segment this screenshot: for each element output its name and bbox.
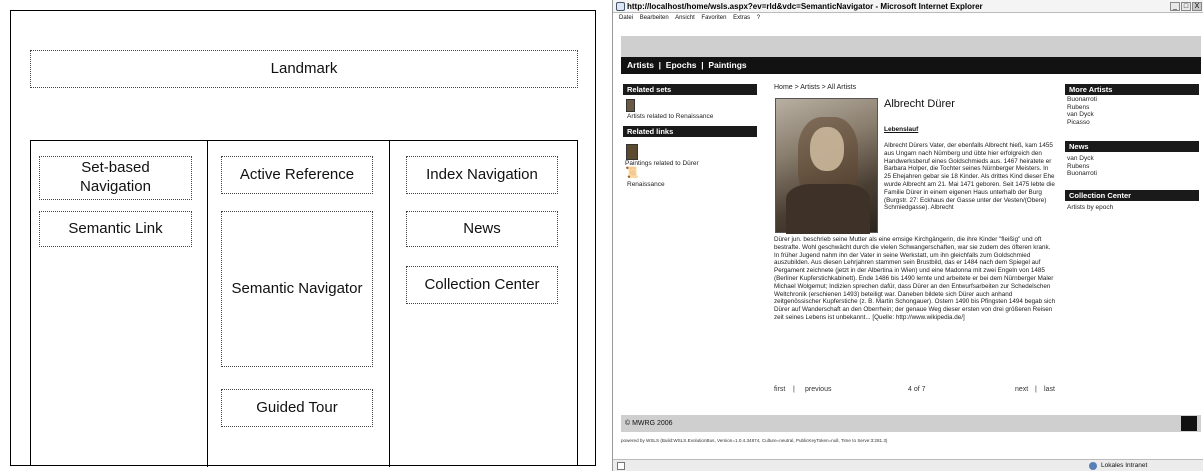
menu-help[interactable]: ? xyxy=(757,15,760,21)
related-sets-heading: Related sets xyxy=(623,84,757,95)
pager-sep: | xyxy=(793,386,795,393)
window-title: http://localhost/home/wsls.aspx?ev=rld&v… xyxy=(627,2,983,11)
close-button[interactable]: X xyxy=(1192,2,1202,11)
collection-center-box: Collection Center xyxy=(406,266,558,304)
collection-center-link[interactable]: Artists by epoch xyxy=(1067,204,1113,212)
landmark-box: Landmark xyxy=(30,50,578,88)
page-icon xyxy=(617,462,625,470)
active-reference-label: Active Reference xyxy=(239,165,355,183)
guided-tour-label: Guided Tour xyxy=(256,398,338,416)
semantic-link-box: Semantic Link xyxy=(39,211,192,247)
zone-label: Lokales Intranet xyxy=(1101,462,1148,469)
index-navigation-box: Index Navigation xyxy=(406,156,558,194)
window-titlebar: http://localhost/home/wsls.aspx?ev=rld&v… xyxy=(613,0,1203,13)
column-divider-1 xyxy=(207,141,208,467)
set-based-navigation-label: Set-based Navigation xyxy=(80,159,151,195)
nav-artists[interactable]: Artists xyxy=(627,60,654,70)
pager-last[interactable]: last xyxy=(1044,386,1055,393)
news-list: van Dyck Rubens Buonarroti xyxy=(1067,155,1097,178)
artist-title: Albrecht Dürer xyxy=(884,98,955,110)
page-footer: © MWRG 2006 xyxy=(621,415,1201,432)
nav-paintings[interactable]: Paintings xyxy=(708,60,746,70)
news-heading: News xyxy=(1065,141,1199,152)
collection-center-heading: Collection Center xyxy=(1065,190,1199,201)
biography-text-top: Albrecht Dürers Vater, der ebenfalls Alb… xyxy=(884,142,1055,212)
semantic-link-label: Semantic Link xyxy=(68,219,163,237)
powered-by-text: powered by WSLS (Build:WSLS.EvolutionBus… xyxy=(621,438,888,443)
menu-favoriten[interactable]: Favoriten xyxy=(701,15,726,21)
status-bar: Lokales Intranet xyxy=(613,459,1203,471)
news-link[interactable]: Buonarroti xyxy=(1067,170,1097,178)
menu-ansicht[interactable]: Ansicht xyxy=(675,15,695,21)
set-based-navigation-box: Set-based Navigation xyxy=(39,156,192,200)
related-link-renaissance[interactable]: Renaissance xyxy=(627,181,665,189)
active-reference-box: Active Reference xyxy=(221,156,373,194)
menu-bar: Datei Bearbeiten Ansicht Favoriten Extra… xyxy=(613,13,1203,24)
maximize-button[interactable]: □ xyxy=(1181,2,1191,11)
semantic-navigator-label: Semantic Navigator xyxy=(231,279,363,297)
more-artists-list: Buonarroti Rubens van Dyck Picasso xyxy=(1067,96,1097,126)
intranet-icon xyxy=(1089,462,1097,470)
related-links-heading: Related links xyxy=(623,126,757,137)
pager-sep: | xyxy=(1035,386,1037,393)
news-link[interactable]: Rubens xyxy=(1067,163,1097,171)
artist-portrait xyxy=(775,98,878,234)
menu-bearbeiten[interactable]: Bearbeiten xyxy=(640,15,669,21)
landmark-label: Landmark xyxy=(270,59,338,77)
more-artist-link[interactable]: Rubens xyxy=(1067,104,1097,112)
collection-center-label: Collection Center xyxy=(424,275,540,293)
related-set-link[interactable]: Artists related to Renaissance xyxy=(627,113,713,121)
more-artist-link[interactable]: van Dyck xyxy=(1067,111,1097,119)
ie-icon xyxy=(616,2,625,11)
minimize-button[interactable]: _ xyxy=(1170,2,1180,11)
pager-first[interactable]: first xyxy=(774,386,785,393)
section-heading: Lebenslauf xyxy=(884,126,919,133)
page-header-strip xyxy=(621,36,1201,57)
more-artist-link[interactable]: Picasso xyxy=(1067,119,1097,127)
index-navigation-label: Index Navigation xyxy=(426,165,538,183)
column-divider-2 xyxy=(389,141,390,467)
news-link[interactable]: van Dyck xyxy=(1067,155,1097,163)
guided-tour-box: Guided Tour xyxy=(221,389,373,427)
pager-position: 4 of 7 xyxy=(908,386,926,393)
semantic-navigator-box: Semantic Navigator xyxy=(221,211,373,367)
menu-extras[interactable]: Extras xyxy=(733,15,750,21)
pager-previous[interactable]: previous xyxy=(805,386,831,393)
menu-datei[interactable]: Datei xyxy=(619,15,633,21)
pager: first | previous 4 of 7 next | last xyxy=(774,386,1056,396)
browser-screenshot: http://localhost/home/wsls.aspx?ev=rld&v… xyxy=(612,0,1203,471)
biography-text: Dürer jun. beschrieb seine Mutter als ei… xyxy=(774,236,1056,321)
news-label: News xyxy=(463,219,501,237)
top-navigation: Artists | Epochs | Paintings xyxy=(621,57,1201,74)
more-artist-link[interactable]: Buonarroti xyxy=(1067,96,1097,104)
breadcrumb[interactable]: Home > Artists > All Artists xyxy=(774,84,856,91)
nav-epochs[interactable]: Epochs xyxy=(666,60,697,70)
more-artists-heading: More Artists xyxy=(1065,84,1199,95)
pager-next[interactable]: next xyxy=(1015,386,1028,393)
mona-lisa-thumbnail xyxy=(626,144,638,160)
footer-logo-icon xyxy=(1181,416,1197,431)
pattern-diagram: Landmark Set-based Navigation Semantic L… xyxy=(0,0,602,471)
related-set-thumbnail xyxy=(626,99,635,112)
news-box: News xyxy=(406,211,558,247)
scroll-icon: 📜 xyxy=(625,167,639,179)
